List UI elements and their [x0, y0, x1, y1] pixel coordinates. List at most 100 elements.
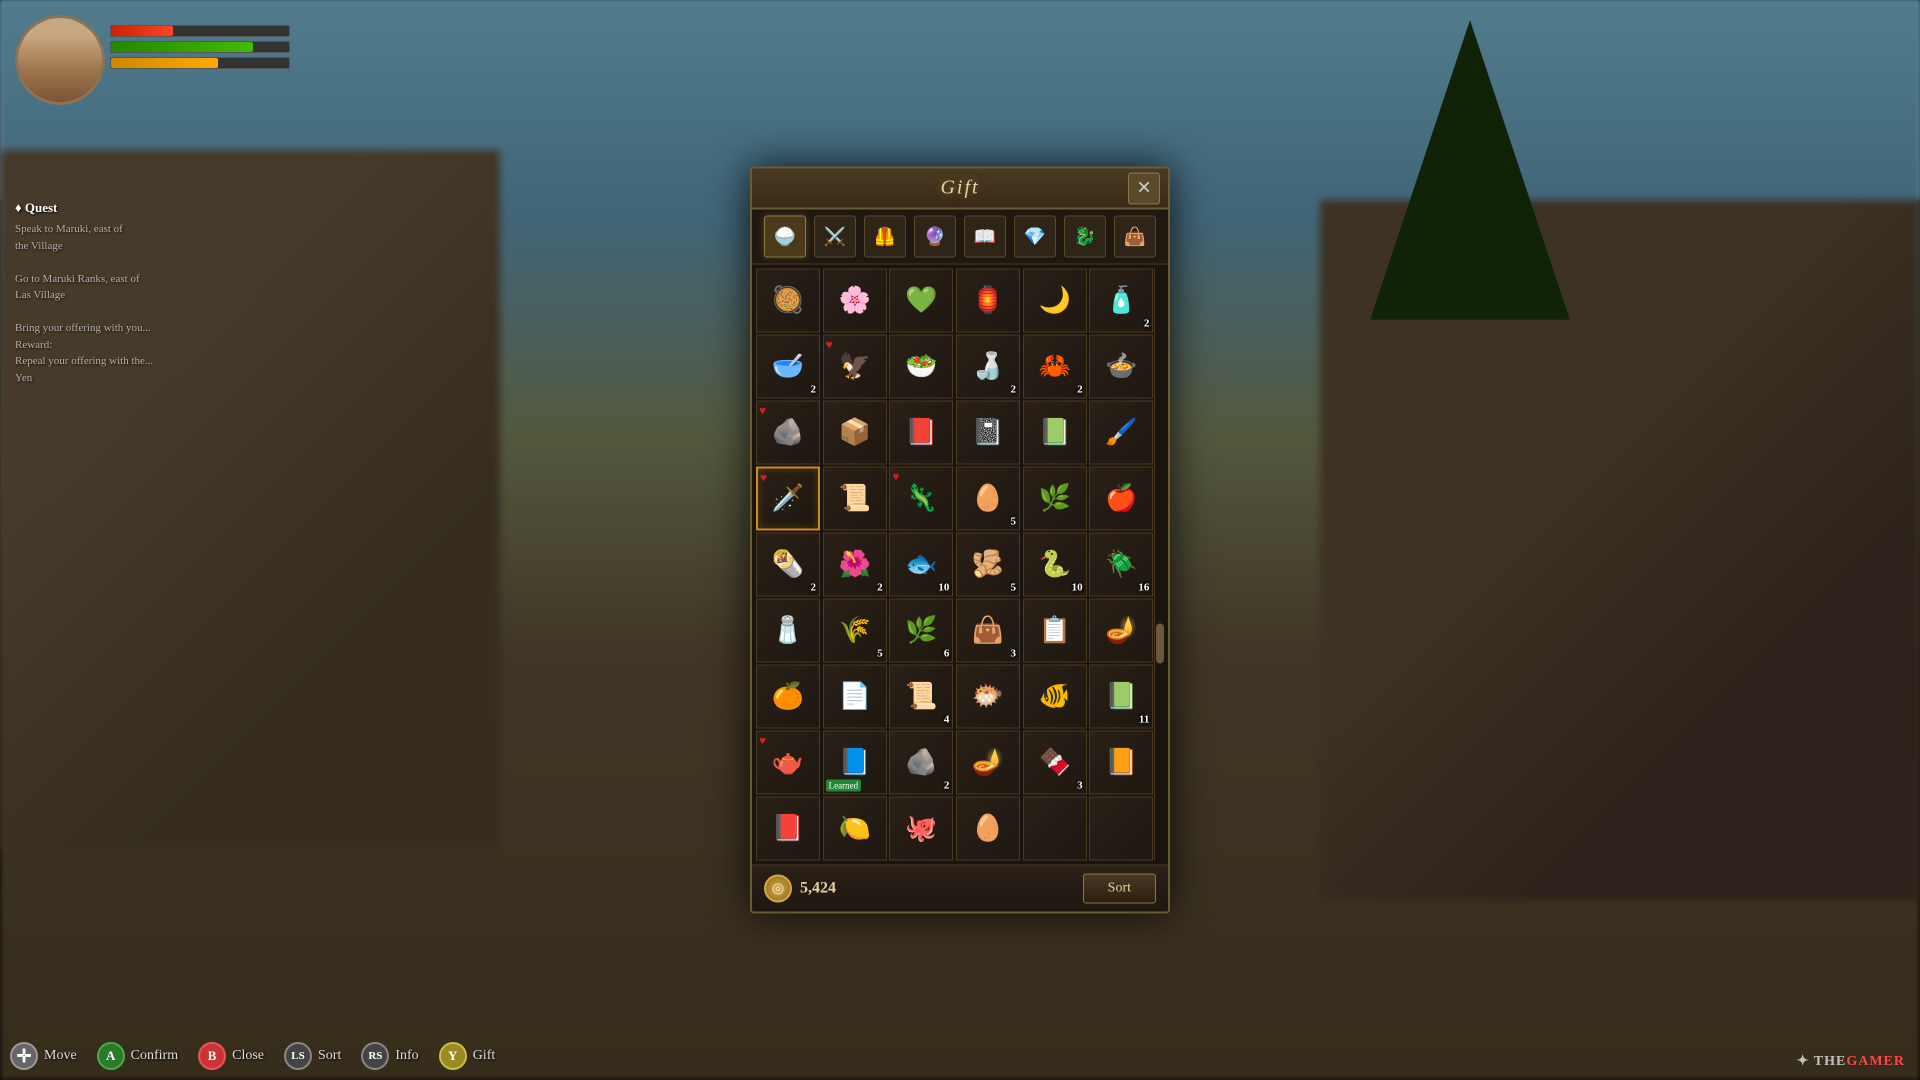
item-icon: 🍊 [757, 666, 819, 728]
item-cell[interactable]: 🍲 [1089, 335, 1153, 399]
item-cell[interactable]: 📗11 [1089, 665, 1153, 729]
item-cell[interactable]: 💚 [889, 269, 953, 333]
quest-panel: ♦ Quest Speak to Maruki, east of the Vil… [15, 200, 315, 386]
item-quantity: 5 [877, 648, 883, 660]
item-icon: 📜 [824, 468, 886, 530]
item-cell[interactable]: 🪔 [956, 731, 1020, 795]
tab-consumables[interactable]: 🍚 [764, 216, 806, 258]
item-cell[interactable]: 🌸 [823, 269, 887, 333]
item-cell[interactable]: 📜4 [889, 665, 953, 729]
hud-confirm: A Confirm [97, 1042, 178, 1070]
item-cell[interactable]: 🍊 [756, 665, 820, 729]
item-icon: 📗 [1024, 402, 1086, 464]
item-cell[interactable]: 🌾5 [823, 599, 887, 663]
item-cell[interactable]: 📘Learned [823, 731, 887, 795]
tab-materials[interactable]: 💎 [1014, 216, 1056, 258]
inventory-dialog: Gift ✕ 🍚 ⚔️ 🦺 🔮 📖 💎 🐉 👜 🥘🌸💚🏮🌙🧴2🥣2🦅🥗🍶2🦀2🍲… [750, 167, 1170, 914]
scrollbar-thumb[interactable] [1156, 624, 1164, 664]
quest-title: ♦ Quest [15, 200, 315, 216]
item-cell[interactable]: 🏮 [956, 269, 1020, 333]
item-cell[interactable]: 🍋 [823, 797, 887, 861]
item-cell[interactable]: 🦀2 [1023, 335, 1087, 399]
stamina-bar [110, 41, 290, 53]
item-cell[interactable]: 📕 [889, 401, 953, 465]
rs-button-icon: RS [361, 1042, 389, 1070]
tab-books[interactable]: 📖 [964, 216, 1006, 258]
item-cell[interactable]: 🖌️ [1089, 401, 1153, 465]
item-cell[interactable]: 🐠 [1023, 665, 1087, 729]
item-cell[interactable]: 📙 [1089, 731, 1153, 795]
scrollbar-track[interactable] [1154, 269, 1164, 861]
dialog-window: Gift ✕ 🍚 ⚔️ 🦺 🔮 📖 💎 🐉 👜 🥘🌸💚🏮🌙🧴2🥣2🦅🥗🍶2🦀2🍲… [750, 167, 1170, 914]
item-cell[interactable]: 🫚5 [956, 533, 1020, 597]
item-icon: 📦 [824, 402, 886, 464]
item-cell[interactable]: 📦 [823, 401, 887, 465]
item-cell[interactable]: 🥗 [889, 335, 953, 399]
item-icon: 🗡️ [758, 469, 818, 529]
tab-armor[interactable]: 🦺 [864, 216, 906, 258]
item-cell[interactable]: 📜 [823, 467, 887, 531]
inventory-grid: 🥘🌸💚🏮🌙🧴2🥣2🦅🥗🍶2🦀2🍲🪨📦📕📓📗🖌️🗡️📜🦎🥚5🌿🍎🌯2🌺2🐟10🫚5… [756, 269, 1154, 861]
item-cell[interactable]: 📕 [756, 797, 820, 861]
item-cell[interactable]: 📗 [1023, 401, 1087, 465]
grid-scroll: 🥘🌸💚🏮🌙🧴2🥣2🦅🥗🍶2🦀2🍲🪨📦📕📓📗🖌️🗡️📜🦎🥚5🌿🍎🌯2🌺2🐟10🫚5… [756, 269, 1154, 861]
item-icon: 📙 [1090, 732, 1152, 794]
item-cell[interactable]: 🍫3 [1023, 731, 1087, 795]
item-cell[interactable]: 👜3 [956, 599, 1020, 663]
item-cell[interactable]: 🥚5 [956, 467, 1020, 531]
item-cell[interactable]: 🌿6 [889, 599, 953, 663]
item-cell[interactable]: 📄 [823, 665, 887, 729]
item-cell[interactable]: 🪨 [756, 401, 820, 465]
item-cell[interactable]: 🥣2 [756, 335, 820, 399]
item-cell[interactable]: 🫖 [756, 731, 820, 795]
item-cell[interactable]: 🐡 [956, 665, 1020, 729]
tab-special[interactable]: 🐉 [1064, 216, 1106, 258]
hud-close: B Close [198, 1042, 264, 1070]
item-cell[interactable]: 🥘 [756, 269, 820, 333]
close-button[interactable]: ✕ [1128, 172, 1160, 204]
item-cell[interactable] [1089, 797, 1153, 861]
tab-weapons[interactable]: ⚔️ [814, 216, 856, 258]
item-quantity: 2 [1144, 318, 1150, 330]
item-cell[interactable]: 🧂 [756, 599, 820, 663]
item-cell[interactable]: 🌯2 [756, 533, 820, 597]
item-cell[interactable]: 🗡️ [756, 467, 820, 531]
item-icon: 🌸 [824, 270, 886, 332]
item-cell[interactable]: 🥚 [956, 797, 1020, 861]
item-cell[interactable]: 🌙 [1023, 269, 1087, 333]
health-bar-fill [111, 26, 173, 36]
item-cell[interactable] [1023, 797, 1087, 861]
item-icon: 🌙 [1024, 270, 1086, 332]
item-quantity: 2 [1010, 384, 1016, 396]
item-cell[interactable]: 🐍10 [1023, 533, 1087, 597]
dpad-icon: ✛ [10, 1042, 38, 1070]
item-icon: 🪔 [1090, 600, 1152, 662]
item-cell[interactable]: 📓 [956, 401, 1020, 465]
item-cell[interactable]: 🪔 [1089, 599, 1153, 663]
item-cell[interactable]: 🦎 [889, 467, 953, 531]
item-cell[interactable]: 🌿 [1023, 467, 1087, 531]
item-cell[interactable]: 🍎 [1089, 467, 1153, 531]
sort-button[interactable]: Sort [1083, 874, 1156, 904]
item-cell[interactable]: 🧴2 [1089, 269, 1153, 333]
item-quantity: 2 [877, 582, 883, 594]
tab-accessories[interactable]: 🔮 [914, 216, 956, 258]
bottom-hud: ✛ Move A Confirm B Close LS Sort RS Info… [10, 1042, 495, 1070]
item-cell[interactable]: 🪨2 [889, 731, 953, 795]
item-cell[interactable]: 🦅 [823, 335, 887, 399]
item-cell[interactable]: 🪲16 [1089, 533, 1153, 597]
hud-info: RS Info [361, 1042, 418, 1070]
item-icon: 🥘 [757, 270, 819, 332]
grid-wrapper: 🥘🌸💚🏮🌙🧴2🥣2🦅🥗🍶2🦀2🍲🪨📦📕📓📗🖌️🗡️📜🦎🥚5🌿🍎🌯2🌺2🐟10🫚5… [756, 269, 1164, 861]
item-quantity: 2 [811, 582, 817, 594]
ki-bar-fill [111, 58, 218, 68]
item-icon: 🧂 [757, 600, 819, 662]
item-badge: Learned [826, 780, 861, 792]
item-cell[interactable]: 📋 [1023, 599, 1087, 663]
item-cell[interactable]: 🌺2 [823, 533, 887, 597]
item-cell[interactable]: 🐟10 [889, 533, 953, 597]
item-icon: 🦅 [824, 336, 886, 398]
item-cell[interactable]: 🍶2 [956, 335, 1020, 399]
tab-misc[interactable]: 👜 [1114, 216, 1156, 258]
item-cell[interactable]: 🐙 [889, 797, 953, 861]
